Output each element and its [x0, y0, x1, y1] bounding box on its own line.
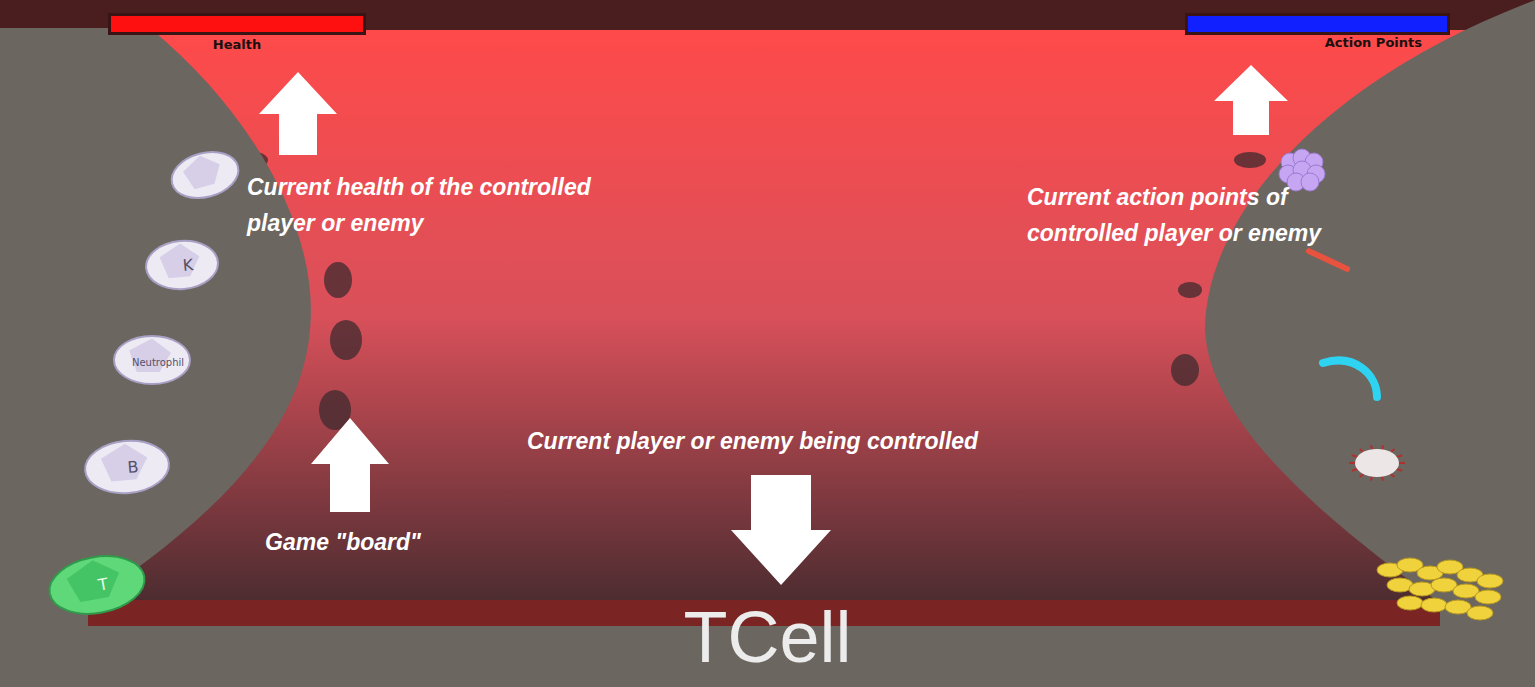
cell-label: K: [182, 255, 195, 275]
cell-facet-icon: [100, 442, 149, 482]
cluster-icon: [1475, 590, 1501, 604]
cell-icon: [144, 238, 220, 292]
bacterium-icon: [1305, 247, 1351, 273]
action-points-meter: Action Points: [1185, 13, 1450, 52]
enemy-unit[interactable]: [1349, 445, 1405, 480]
board-arrow-icon: [311, 418, 389, 512]
enemy-unit[interactable]: [1377, 558, 1503, 620]
health-fill: [111, 16, 363, 32]
current-unit-arrow-icon: [731, 475, 831, 585]
virus-icon: [1301, 173, 1319, 191]
action-points-fill: [1188, 16, 1447, 32]
enemy-unit[interactable]: [1305, 247, 1351, 273]
cell-icon: [45, 549, 149, 621]
player-unit[interactable]: [166, 145, 243, 205]
cell-facet-icon: [180, 151, 224, 190]
hud: Health Action Points: [0, 13, 1535, 52]
player-unit[interactable]: B: [83, 437, 171, 496]
cell-icon: [166, 145, 243, 205]
annotation: Current player or enemy being controlled: [527, 424, 1087, 460]
arc-pathogen-icon: [1323, 361, 1377, 397]
background: [0, 0, 1535, 687]
cluster-icon: [1397, 596, 1423, 610]
action-points-label: Action Points: [1325, 35, 1450, 50]
cell-facet-icon: [159, 242, 201, 279]
action-points-arrow-icon: [1214, 65, 1288, 135]
cell-label: Neutrophil: [132, 357, 184, 368]
annotation: Game "board": [265, 525, 505, 561]
game-world: K Neutrophil B T: [0, 0, 1535, 687]
board-shadow: [330, 320, 362, 360]
cell-label: T: [96, 574, 110, 595]
board-shadow: [1178, 282, 1202, 298]
action-points-bar: [1185, 13, 1450, 35]
player-unit[interactable]: T: [45, 549, 149, 621]
health-label: Health: [213, 37, 261, 52]
cell-label: B: [127, 457, 140, 477]
game-screen: K Neutrophil B T Health Action Points Curre…: [0, 0, 1535, 687]
board-shadow: [324, 262, 352, 298]
health-meter: Health: [108, 13, 366, 52]
cluster-icon: [1467, 606, 1493, 620]
annotation: Current health of the controlled player …: [247, 170, 607, 241]
health-arrow-icon: [259, 72, 337, 155]
board-shadow: [1171, 354, 1199, 386]
player-unit[interactable]: Neutrophil: [114, 336, 190, 384]
right-wall: [1205, 0, 1535, 603]
cell-icon: [114, 336, 190, 384]
annotation: Current action points of controlled play…: [1027, 180, 1397, 251]
health-bar: [108, 13, 366, 35]
cell-icon: [83, 437, 171, 496]
enemy-unit[interactable]: [1323, 361, 1377, 397]
left-wall: [0, 28, 311, 603]
board-shadow: [1234, 152, 1266, 168]
cell-facet-icon: [64, 556, 123, 604]
current-unit-name: TCell: [0, 598, 1535, 677]
cluster-icon: [1477, 574, 1503, 588]
cluster-icon: [1421, 598, 1447, 612]
spiked-pathogen-icon: [1355, 449, 1399, 477]
player-unit[interactable]: K: [144, 238, 220, 292]
